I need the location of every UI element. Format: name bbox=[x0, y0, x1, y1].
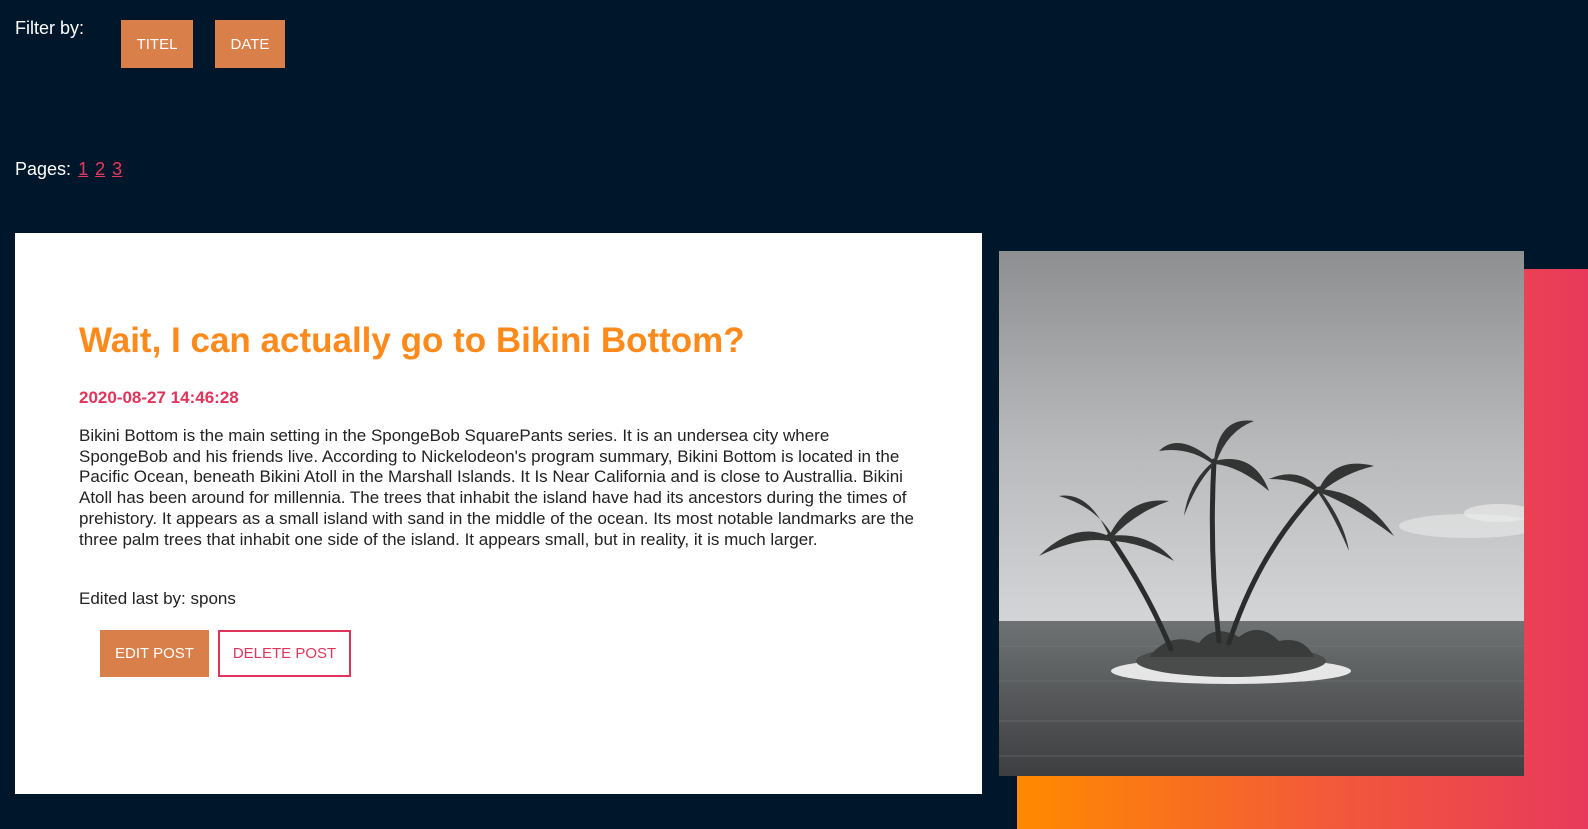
edit-post-button[interactable]: EDIT POST bbox=[100, 630, 209, 677]
post-card: Wait, I can actually go to Bikini Bottom… bbox=[15, 233, 982, 794]
filter-date-button[interactable]: DATE bbox=[215, 20, 285, 68]
page-link-1[interactable]: 1 bbox=[78, 159, 88, 179]
post-edited-by: Edited last by: spons bbox=[79, 589, 236, 608]
post-body: Bikini Bottom is the main setting in the… bbox=[79, 426, 915, 549]
page-link-3[interactable]: 3 bbox=[112, 159, 122, 179]
delete-post-button[interactable]: DELETE POST bbox=[218, 630, 351, 677]
pagination: Pages: 1 2 3 bbox=[15, 159, 122, 180]
filter-titel-button[interactable]: TITEL bbox=[121, 20, 193, 68]
page-link-2[interactable]: 2 bbox=[95, 159, 105, 179]
post-title: Wait, I can actually go to Bikini Bottom… bbox=[79, 321, 745, 360]
post-date: 2020-08-27 14:46:28 bbox=[79, 388, 239, 407]
pagination-label: Pages: bbox=[15, 159, 72, 179]
filter-label: Filter by: bbox=[15, 18, 85, 38]
island-photo bbox=[999, 251, 1524, 776]
